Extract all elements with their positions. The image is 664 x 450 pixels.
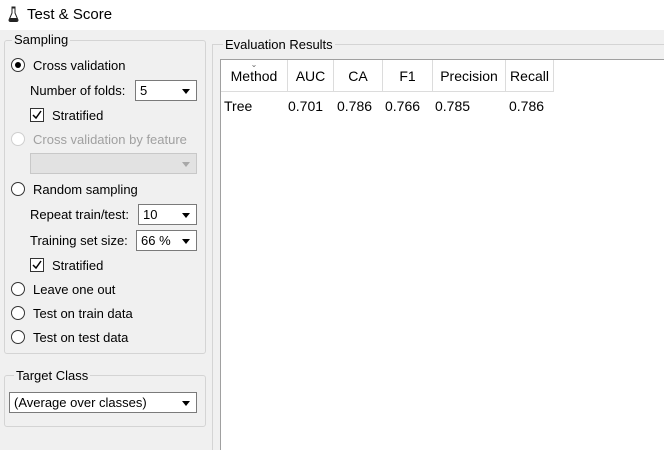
chevron-down-icon	[182, 239, 190, 244]
chevron-down-icon	[182, 401, 190, 406]
test-on-test-radio[interactable]	[11, 330, 25, 344]
results-pane: Evaluation Results ⌄ Method AUC CA F1 Pr…	[212, 30, 664, 450]
test-on-train-radio[interactable]	[11, 306, 25, 320]
stratified-label-1: Stratified	[52, 108, 104, 123]
random-sampling-label: Random sampling	[33, 182, 138, 197]
leave-one-out-radio[interactable]	[11, 282, 25, 296]
evaluation-results-title: Evaluation Results	[223, 37, 335, 52]
cell-method[interactable]: Tree	[224, 98, 252, 114]
control-pane: Sampling Cross validation Number of fold…	[0, 30, 212, 450]
number-of-folds-label: Number of folds:	[30, 83, 126, 98]
stratified-label-2: Stratified	[52, 258, 104, 273]
chevron-down-icon	[182, 162, 190, 167]
checkmark-icon	[32, 110, 42, 120]
stratified-checkbox-1[interactable]	[30, 108, 44, 122]
column-header-precision[interactable]: Precision	[433, 60, 506, 92]
column-header-recall[interactable]: Recall	[506, 60, 554, 92]
column-header-ca[interactable]: CA	[334, 60, 383, 92]
test-on-test-label: Test on test data	[33, 330, 129, 345]
target-class-value: (Average over classes)	[14, 395, 147, 410]
sort-indicator-icon: ⌄	[250, 60, 258, 69]
training-set-size-select[interactable]: 66 %	[136, 230, 197, 251]
column-header-method[interactable]: ⌄ Method	[221, 60, 288, 92]
column-header-auc[interactable]: AUC	[288, 60, 334, 92]
cv-by-feature-radio[interactable]	[11, 132, 25, 146]
repeat-train-test-select[interactable]: 10	[138, 204, 197, 225]
cv-by-feature-label: Cross validation by feature	[33, 132, 187, 147]
random-sampling-radio[interactable]	[11, 182, 25, 196]
repeat-train-test-label: Repeat train/test:	[30, 207, 129, 222]
cell-recall[interactable]: 0.786	[509, 98, 544, 114]
target-class-select[interactable]: (Average over classes)	[9, 392, 197, 413]
results-table[interactable]: ⌄ Method AUC CA F1 Precision Recall Tree…	[220, 59, 664, 450]
number-of-folds-select[interactable]: 5	[135, 80, 197, 101]
chevron-down-icon	[182, 213, 190, 218]
sampling-group-title: Sampling	[12, 32, 71, 47]
window-title: Test & Score	[27, 6, 113, 23]
cell-f1[interactable]: 0.766	[385, 98, 420, 114]
title-bar: Test & Score	[0, 0, 664, 30]
cell-precision[interactable]: 0.785	[435, 98, 470, 114]
cell-ca[interactable]: 0.786	[337, 98, 372, 114]
training-set-size-value: 66 %	[141, 233, 171, 248]
leave-one-out-label: Leave one out	[33, 282, 116, 297]
number-of-folds-value: 5	[140, 83, 148, 98]
flask-icon	[8, 6, 19, 22]
training-set-size-label: Training set size:	[30, 233, 128, 248]
checkmark-icon	[32, 260, 42, 270]
target-class-group-title: Target Class	[14, 368, 91, 383]
column-header-f1[interactable]: F1	[383, 60, 433, 92]
cross-validation-label: Cross validation	[33, 58, 126, 73]
cv-feature-select[interactable]	[30, 153, 197, 174]
cross-validation-radio[interactable]	[11, 58, 25, 72]
stratified-checkbox-2[interactable]	[30, 258, 44, 272]
test-on-train-label: Test on train data	[33, 306, 133, 321]
repeat-train-test-value: 10	[143, 207, 158, 222]
cell-auc[interactable]: 0.701	[288, 98, 323, 114]
chevron-down-icon	[182, 89, 190, 94]
